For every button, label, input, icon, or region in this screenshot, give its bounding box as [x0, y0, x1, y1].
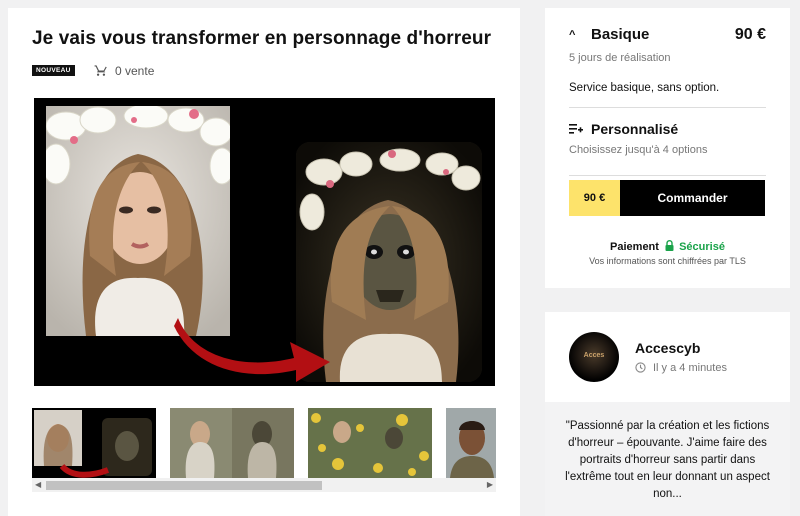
- thumbnail-4[interactable]: [446, 408, 496, 478]
- order-bar: 90 € Commander: [569, 180, 765, 216]
- new-badge: NOUVEAU: [32, 65, 75, 76]
- package-custom-title: Personnalisé: [591, 121, 679, 137]
- thumbnail-3[interactable]: [308, 408, 432, 478]
- order-button[interactable]: Commander: [620, 180, 765, 216]
- thumbnail-1[interactable]: [32, 408, 156, 478]
- tls-note: Vos informations sont chiffrées par TLS: [589, 256, 746, 266]
- thumbnail-2[interactable]: [170, 408, 294, 478]
- clock-icon: [635, 362, 646, 373]
- gig-title: Je vais vous transformer en personnage d…: [32, 28, 492, 49]
- scroll-right-icon[interactable]: ▶: [487, 480, 493, 489]
- secure-label: Sécurisé: [679, 241, 725, 253]
- media-gallery: ◀ ▶: [8, 96, 520, 516]
- lock-icon: [665, 240, 674, 251]
- scrollbar-thumb[interactable]: [46, 481, 322, 490]
- package-custom-subtitle: Choisissez jusqu'à 4 options: [569, 144, 708, 156]
- seller-card: Acces Accescyb Il y a 4 minutes: [545, 312, 790, 402]
- sales-count: 0 vente: [115, 64, 155, 78]
- main-image[interactable]: [34, 98, 495, 386]
- payment-label: Paiement: [610, 241, 659, 253]
- gig-header: Je vais vous transformer en personnage d…: [8, 8, 520, 96]
- seller-name[interactable]: Accescyb: [635, 340, 700, 356]
- divider: [569, 107, 766, 108]
- avatar[interactable]: Acces: [569, 332, 619, 382]
- package-basic-title: Basique: [591, 26, 650, 43]
- order-price: 90 €: [569, 180, 620, 216]
- scroll-left-icon[interactable]: ◀: [35, 480, 41, 489]
- cart-icon: [94, 65, 107, 76]
- arrow-icon: [174, 318, 330, 382]
- avatar-logo-text: Acces: [583, 352, 605, 359]
- chevron-up-icon[interactable]: ^: [569, 29, 575, 41]
- playlist-add-icon: [569, 124, 583, 134]
- payment-security: Paiement Sécurisé: [545, 240, 790, 253]
- seller-last-seen: Il y a 4 minutes: [653, 362, 727, 374]
- package-basic-delay: 5 jours de réalisation: [569, 52, 671, 64]
- divider: [569, 175, 766, 176]
- thumbnail-strip: [32, 408, 496, 478]
- thumbnail-scrollbar[interactable]: ◀ ▶: [32, 478, 496, 492]
- package-basic-price: 90 €: [734, 26, 766, 43]
- package-basic-description: Service basique, sans option.: [569, 82, 720, 94]
- seller-bio: "Passionné par la création et les fictio…: [545, 402, 790, 516]
- pricing-panel: ^ Basique 90 € 5 jours de réalisation Se…: [545, 8, 790, 288]
- seller-bio-text: "Passionné par la création et les fictio…: [565, 420, 770, 500]
